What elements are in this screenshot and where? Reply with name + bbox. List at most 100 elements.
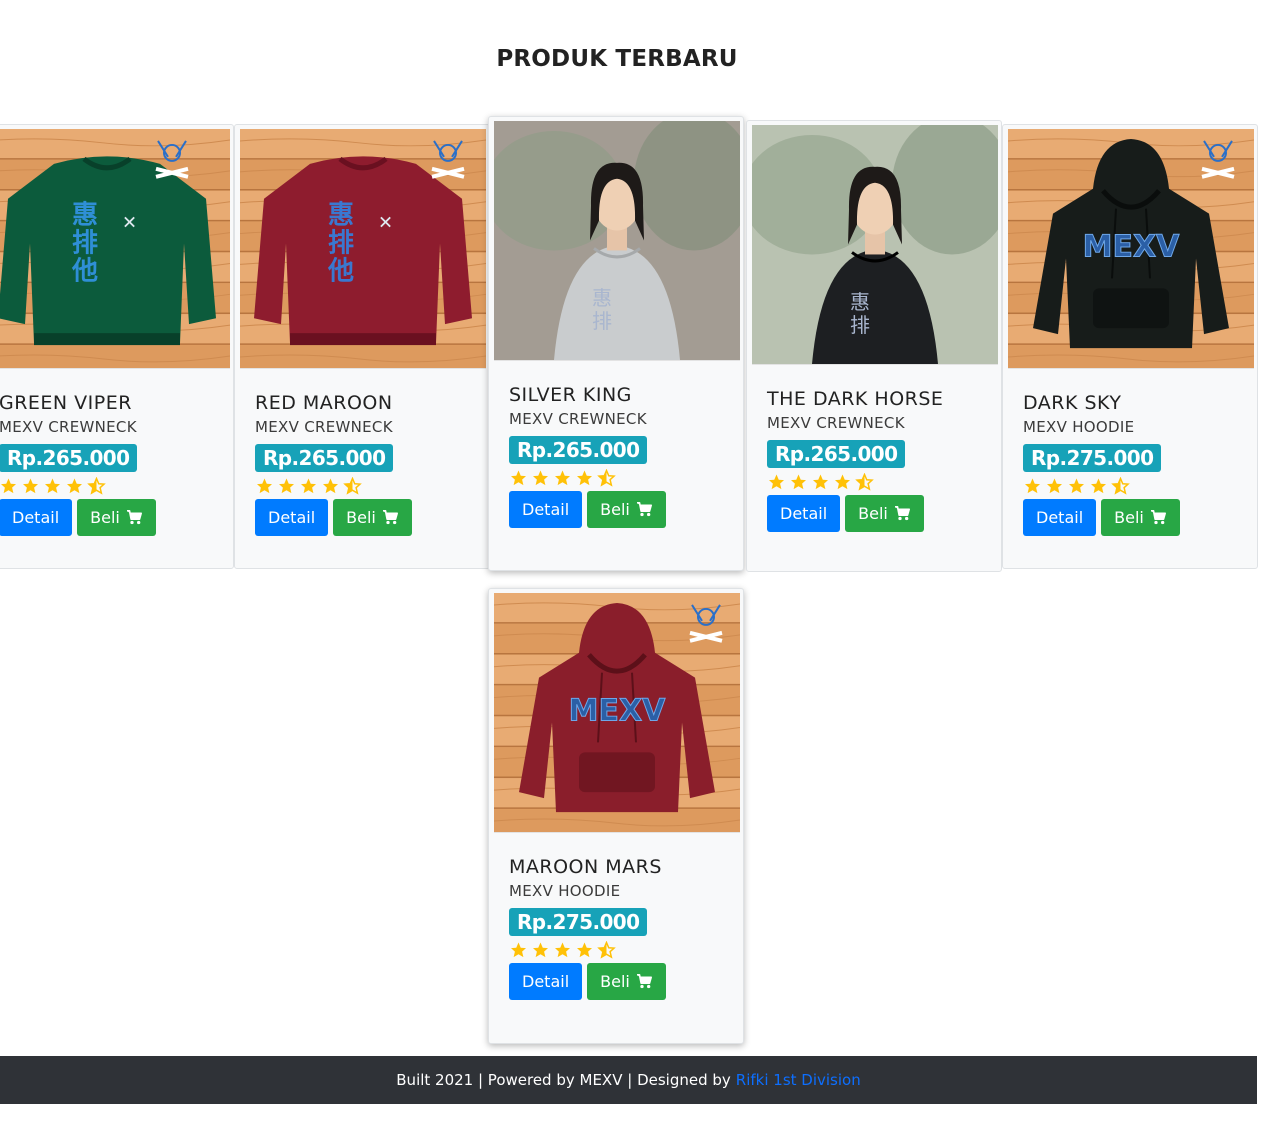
price-badge: Rp.265.000 bbox=[767, 439, 906, 468]
rating-stars bbox=[767, 472, 997, 491]
buy-button-label: Beli bbox=[600, 971, 630, 991]
buy-button-label: Beli bbox=[90, 507, 120, 527]
star-icon bbox=[555, 470, 570, 486]
svg-text:排: 排 bbox=[850, 313, 870, 337]
star-icon bbox=[323, 478, 338, 494]
svg-text:✕: ✕ bbox=[378, 213, 393, 234]
svg-text:他: 他 bbox=[71, 256, 98, 286]
buy-button[interactable]: Beli bbox=[587, 962, 666, 1000]
product-name: THE DARK HORSE bbox=[767, 388, 944, 410]
star-icon bbox=[67, 478, 82, 494]
price-badge: Rp.265.000 bbox=[255, 443, 394, 472]
svg-text:MEXV: MEXV bbox=[569, 694, 666, 729]
svg-text:惠: 惠 bbox=[328, 201, 354, 231]
star-icon bbox=[813, 474, 828, 490]
detail-button-label: Detail bbox=[12, 507, 60, 527]
product-card: MEXV DARK SKY MEXV HOODIE Rp.275.000 Det… bbox=[1002, 124, 1258, 569]
star-icon bbox=[1091, 478, 1106, 494]
star-icon bbox=[1069, 478, 1084, 494]
svg-text:排: 排 bbox=[328, 229, 354, 259]
svg-text:✕: ✕ bbox=[122, 213, 137, 234]
svg-text:排: 排 bbox=[592, 309, 612, 333]
detail-button-label: Detail bbox=[522, 499, 570, 519]
rating-stars bbox=[255, 476, 485, 495]
rating-stars bbox=[509, 468, 739, 487]
product-image: 惠 排 他 ✕ bbox=[0, 129, 230, 369]
star-icon bbox=[577, 942, 592, 958]
star-icon bbox=[791, 474, 806, 490]
product-category: MEXV HOODIE bbox=[1023, 417, 1135, 436]
star-half-icon bbox=[343, 476, 362, 495]
product-card: 惠 排 THE DARK HORSE MEXV CREWNECK Rp.265.… bbox=[746, 120, 1002, 572]
svg-text:惠: 惠 bbox=[850, 290, 870, 314]
star-half-icon bbox=[87, 476, 106, 495]
product-name: GREEN VIPER bbox=[0, 392, 132, 414]
cart-icon bbox=[126, 509, 142, 525]
star-icon bbox=[279, 478, 294, 494]
buy-button[interactable]: Beli bbox=[587, 490, 666, 528]
star-icon bbox=[257, 478, 272, 494]
star-icon bbox=[1, 478, 16, 494]
detail-button-label: Detail bbox=[1036, 507, 1084, 527]
product-category: MEXV CREWNECK bbox=[0, 417, 137, 436]
star-icon bbox=[533, 470, 548, 486]
star-half-icon bbox=[855, 472, 874, 491]
buy-button[interactable]: Beli bbox=[333, 498, 412, 536]
detail-button-label: Detail bbox=[268, 507, 316, 527]
star-icon bbox=[23, 478, 38, 494]
buy-button[interactable]: Beli bbox=[77, 498, 156, 536]
product-name: MAROON MARS bbox=[509, 856, 662, 878]
svg-text:他: 他 bbox=[327, 256, 354, 286]
buy-button-label: Beli bbox=[858, 503, 888, 523]
footer-text: Built 2021 | Powered by MEXV | Designed … bbox=[396, 1071, 731, 1089]
cart-icon bbox=[636, 501, 652, 517]
star-half-icon bbox=[597, 940, 616, 959]
star-icon bbox=[555, 942, 570, 958]
star-icon bbox=[1025, 478, 1040, 494]
cart-icon bbox=[636, 973, 652, 989]
rating-stars bbox=[1023, 476, 1253, 495]
star-icon bbox=[511, 942, 526, 958]
star-icon bbox=[769, 474, 784, 490]
star-icon bbox=[45, 478, 60, 494]
buy-button[interactable]: Beli bbox=[1101, 498, 1180, 536]
rating-stars bbox=[0, 476, 229, 495]
svg-text:MEXV: MEXV bbox=[1083, 230, 1180, 265]
svg-text:惠: 惠 bbox=[592, 286, 612, 310]
detail-button-label: Detail bbox=[522, 971, 570, 991]
section-title: PRODUK TERBARU bbox=[496, 46, 738, 72]
buy-button-label: Beli bbox=[1114, 507, 1144, 527]
buy-button[interactable]: Beli bbox=[845, 494, 924, 532]
product-image: 惠 排 bbox=[494, 121, 740, 361]
product-card: 惠 排 他 ✕ RED MAROON MEXV CREWNECK Rp.265.… bbox=[234, 124, 490, 569]
product-category: MEXV CREWNECK bbox=[255, 417, 393, 436]
product-image: MEXV bbox=[494, 593, 740, 833]
detail-button-label: Detail bbox=[780, 503, 828, 523]
product-image: 惠 排 他 ✕ bbox=[240, 129, 486, 369]
star-icon bbox=[511, 470, 526, 486]
star-half-icon bbox=[1111, 476, 1130, 495]
detail-button[interactable]: Detail bbox=[767, 494, 841, 532]
star-icon bbox=[835, 474, 850, 490]
product-category: MEXV CREWNECK bbox=[509, 409, 647, 428]
price-badge: Rp.275.000 bbox=[509, 907, 648, 936]
product-name: RED MAROON bbox=[255, 392, 393, 414]
detail-button[interactable]: Detail bbox=[0, 498, 73, 536]
star-half-icon bbox=[597, 468, 616, 487]
cart-icon bbox=[894, 505, 910, 521]
detail-button[interactable]: Detail bbox=[509, 490, 583, 528]
buy-button-label: Beli bbox=[346, 507, 376, 527]
buy-button-label: Beli bbox=[600, 499, 630, 519]
product-card: 惠 排 他 ✕ GREEN VIPER MEXV CREWNECK Rp.265… bbox=[0, 124, 234, 569]
product-category: MEXV HOODIE bbox=[509, 881, 621, 900]
footer-designer-link[interactable]: Rifki 1st Division bbox=[736, 1071, 861, 1089]
star-icon bbox=[301, 478, 316, 494]
star-icon bbox=[533, 942, 548, 958]
footer: Built 2021 | Powered by MEXV | Designed … bbox=[0, 1056, 1257, 1104]
detail-button[interactable]: Detail bbox=[1023, 498, 1097, 536]
cart-icon bbox=[1150, 509, 1166, 525]
detail-button[interactable]: Detail bbox=[255, 498, 329, 536]
detail-button[interactable]: Detail bbox=[509, 962, 583, 1000]
cart-icon bbox=[382, 509, 398, 525]
price-badge: Rp.275.000 bbox=[1023, 443, 1162, 472]
